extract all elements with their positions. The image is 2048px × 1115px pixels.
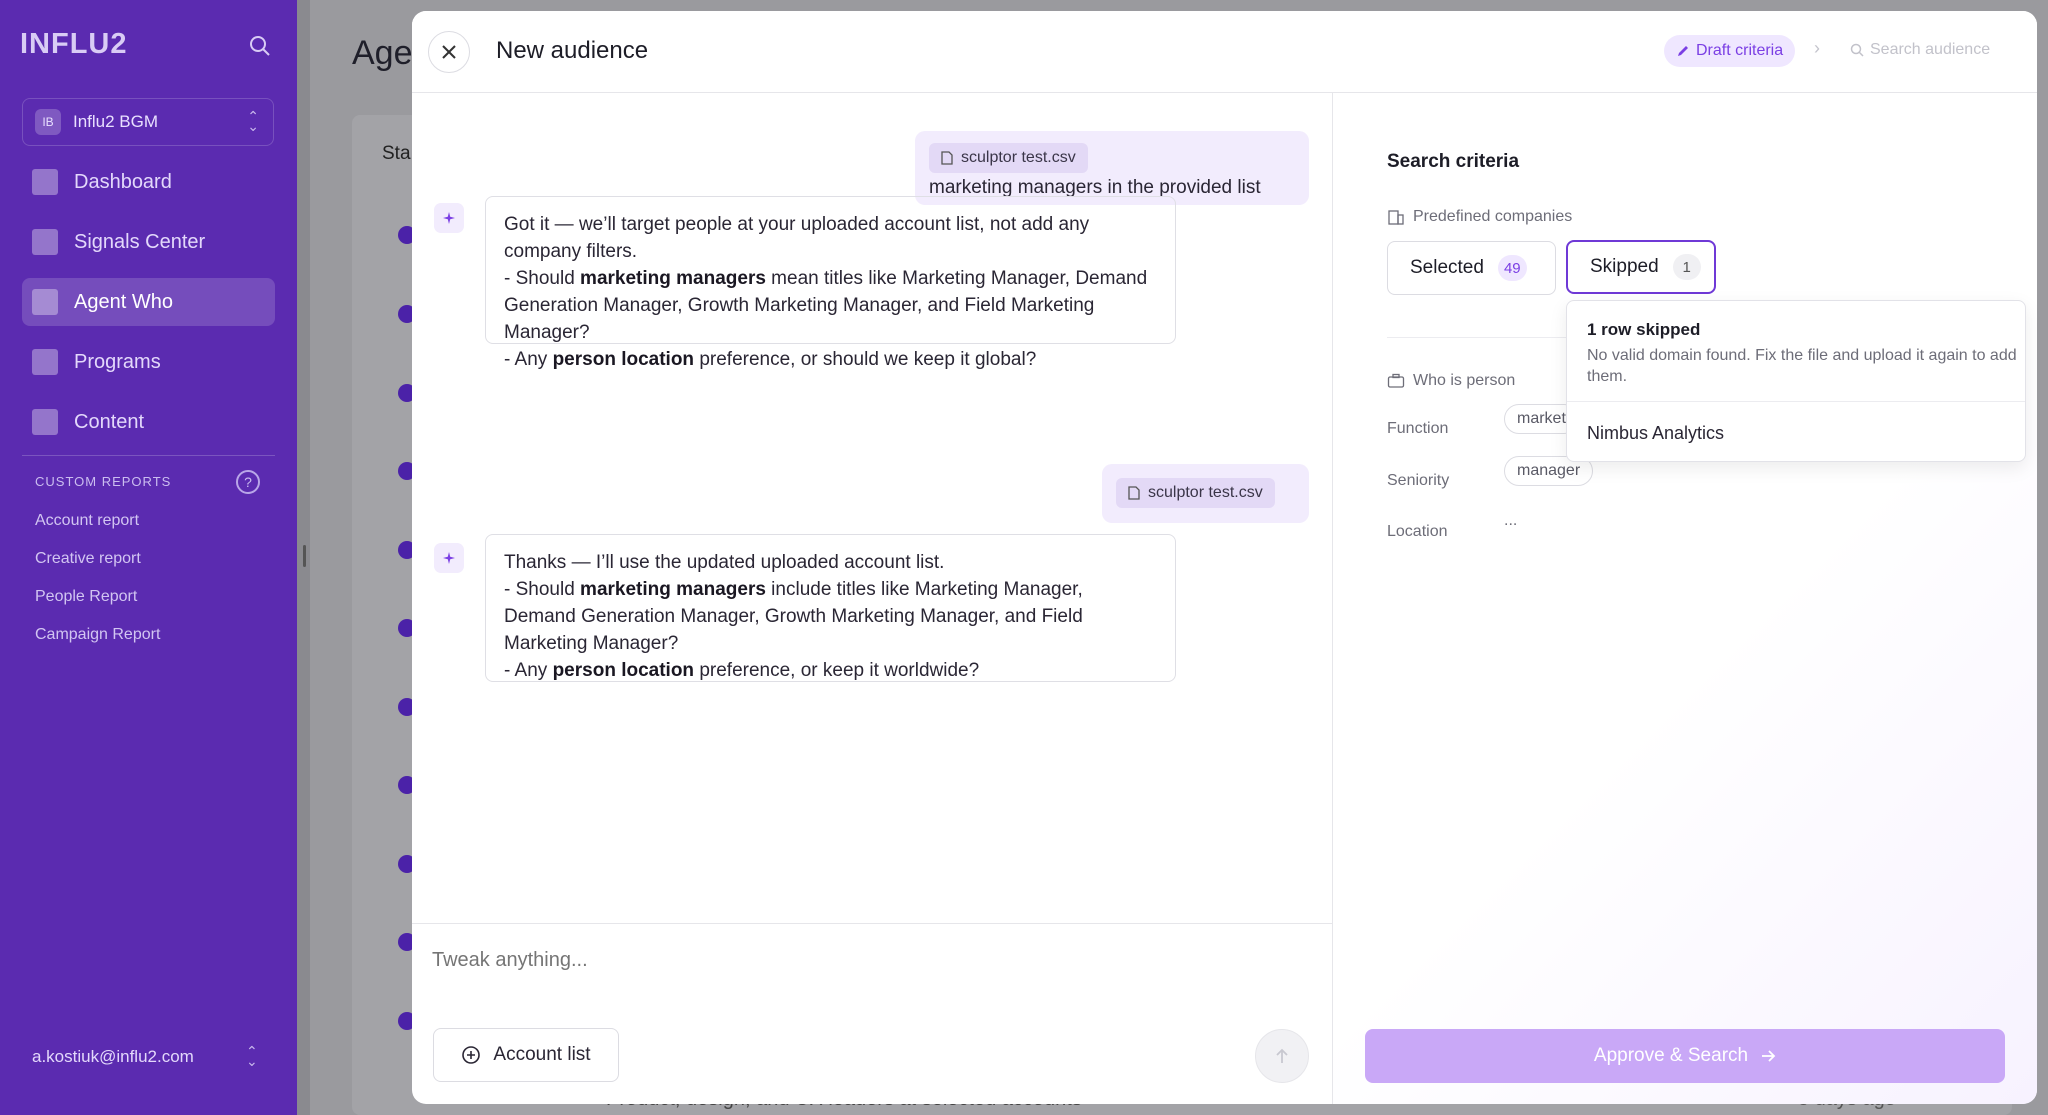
approve-label: Approve & Search (1593, 1045, 1749, 1066)
building-icon (1388, 210, 1404, 225)
report-link-campaign[interactable]: Campaign Report (35, 626, 160, 664)
briefcase-icon (1387, 373, 1405, 388)
file-name: sculptor test.csv (961, 149, 1076, 166)
skipped-company-item: Nimbus Analytics (1587, 423, 1725, 443)
breadcrumb-label: Search audience (1870, 41, 1991, 58)
breadcrumb-label: Draft criteria (1696, 42, 1784, 59)
assistant-message: Got it — we’ll target people at your upl… (485, 196, 1176, 370)
user-message: sculptor test.csv marketing managers in … (915, 131, 1309, 205)
report-link-account[interactable]: Account report (35, 512, 160, 550)
field-function-label: Function (1387, 420, 1449, 437)
arrow-up-icon (1276, 1048, 1288, 1063)
sidebar-item-agent-who[interactable]: Agent Who (22, 278, 275, 326)
assistant-line: - Should marketing managers mean titles … (504, 268, 1148, 343)
breadcrumb-draft-criteria[interactable]: Draft criteria (1664, 35, 1796, 67)
field-seniority-label: Seniority (1387, 472, 1450, 489)
workspace-badge: IB (35, 109, 61, 135)
sidebar-item-content[interactable]: Content (22, 398, 275, 446)
file-icon (1128, 486, 1140, 500)
assistant-line: Thanks — I’ll use the updated uploaded a… (504, 552, 945, 573)
assistant-message: Thanks — I’ll use the updated uploaded a… (485, 534, 1176, 682)
composer-input[interactable] (432, 949, 1292, 972)
popover-divider (1567, 401, 2025, 402)
arrow-right-icon (1762, 1050, 1776, 1062)
report-link-people[interactable]: People Report (35, 588, 160, 626)
pencil-icon (1678, 46, 1688, 56)
assistant-line: - Should marketing managers include titl… (504, 579, 1083, 654)
workspace-switcher[interactable]: IB Influ2 BGM ⌃ ⌄ (22, 98, 274, 146)
programs-icon (32, 349, 58, 375)
field-location-label: Location (1387, 523, 1448, 540)
account-list-label: Account list (493, 1044, 591, 1065)
sidebar-resize-handle[interactable] (303, 545, 306, 567)
sidebar-divider (22, 455, 275, 456)
skipped-rows-popover: 1 row skipped No valid domain found. Fix… (1566, 300, 2026, 462)
assistant-line: - Any person location preference, or sho… (504, 349, 1037, 370)
page-title: Age (352, 34, 413, 72)
breadcrumb-search-audience: Search audience (1850, 41, 1990, 59)
tab-label: Skipped (1590, 256, 1659, 277)
file-chip[interactable]: sculptor test.csv (929, 143, 1088, 173)
account-list-button[interactable]: Account list (433, 1028, 619, 1082)
who-is-person-label: Who is person (1387, 372, 1515, 390)
search-icon[interactable] (248, 34, 272, 58)
sidebar-item-label: Agent Who (74, 290, 173, 313)
chevron-updown-icon: ⌃ ⌄ (247, 108, 259, 134)
file-name: sculptor test.csv (1148, 484, 1263, 501)
user-message: sculptor test.csv (1102, 464, 1309, 523)
new-audience-modal: New audience Draft criteria › Search aud… (412, 11, 2037, 1104)
help-icon[interactable]: ? (236, 470, 260, 494)
file-chip[interactable]: sculptor test.csv (1116, 478, 1275, 508)
tab-skipped[interactable]: Skipped 1 (1566, 240, 1716, 294)
agent-icon (32, 289, 58, 315)
sidebar-item-label: Dashboard (74, 170, 172, 193)
chevron-right-icon: › (1814, 38, 1820, 58)
search-icon (1850, 43, 1864, 57)
send-button[interactable] (1255, 1029, 1309, 1083)
predefined-companies-label: Predefined companies (1387, 208, 1572, 226)
dashboard-icon (32, 169, 58, 195)
assistant-line: Got it — we’ll target people at your upl… (504, 214, 1090, 262)
table-header-status: Sta (382, 143, 411, 164)
user-email[interactable]: a.kostiuk@influ2.com (32, 1047, 194, 1067)
sidebar-item-label: Programs (74, 350, 161, 373)
modal-header: New audience Draft criteria › Search aud… (412, 11, 2037, 93)
close-button[interactable] (428, 31, 470, 73)
sidebar-item-label: Content (74, 410, 145, 433)
skipped-description: No valid domain found. Fix the file and … (1587, 347, 2017, 385)
sparkle-icon (434, 543, 464, 573)
app-logo: INFLU2 (20, 28, 128, 60)
sidebar-nav: Dashboard Signals Center Agent Who Progr… (22, 158, 275, 458)
file-icon (941, 151, 953, 165)
chat-thread: sculptor test.csv marketing managers in … (412, 93, 1332, 923)
content-icon (32, 409, 58, 435)
close-icon (442, 45, 456, 59)
search-criteria-title: Search criteria (1387, 151, 1520, 172)
selected-count-badge: 49 (1497, 255, 1527, 281)
chevron-updown-icon[interactable]: ⌃ ⌄ (246, 1044, 258, 1068)
sidebar-item-signals-center[interactable]: Signals Center (22, 218, 275, 266)
custom-reports-title: CUSTOM REPORTS (35, 474, 172, 489)
sidebar-item-dashboard[interactable]: Dashboard (22, 158, 275, 206)
assistant-line: - Any person location preference, or kee… (504, 660, 980, 681)
report-link-creative[interactable]: Creative report (35, 550, 160, 588)
composer-divider (412, 923, 1332, 924)
sparkle-icon (434, 203, 464, 233)
tab-label: Selected (1410, 257, 1484, 278)
sidebar-item-programs[interactable]: Programs (22, 338, 275, 386)
sidebar-item-label: Signals Center (74, 230, 206, 253)
skipped-title: 1 row skipped (1587, 320, 1701, 339)
custom-reports-list: Account report Creative report People Re… (35, 512, 160, 664)
check-icon (32, 229, 58, 255)
workspace-name: Influ2 BGM (73, 112, 159, 131)
sidebar: INFLU2 IB Influ2 BGM ⌃ ⌄ Dashboard Signal… (0, 0, 297, 1115)
plus-circle-icon (462, 1046, 481, 1064)
approve-search-button[interactable]: Approve & Search (1365, 1029, 2005, 1083)
tab-selected[interactable]: Selected 49 (1387, 241, 1556, 295)
modal-title: New audience (496, 37, 649, 64)
skipped-count-badge: 1 (1672, 254, 1701, 280)
location-value: ... (1504, 512, 1518, 529)
